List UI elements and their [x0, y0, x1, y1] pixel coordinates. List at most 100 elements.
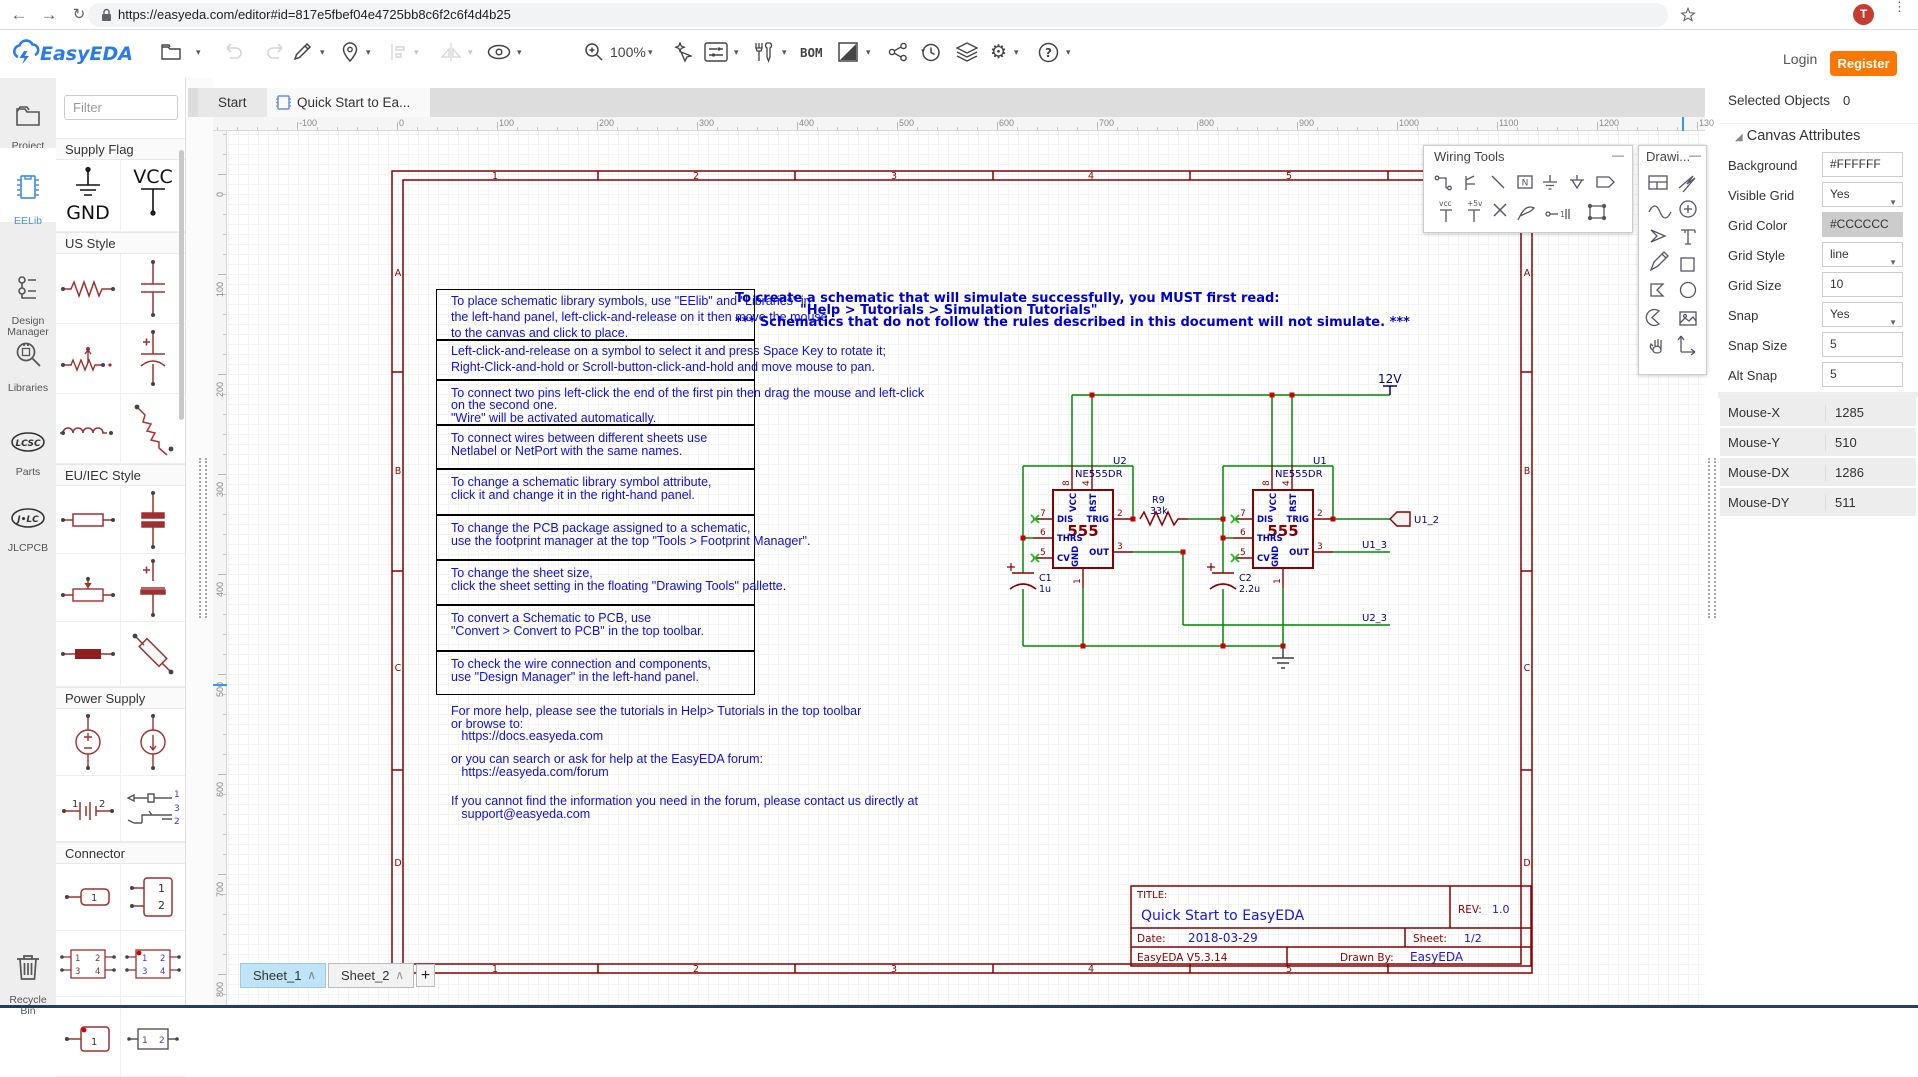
settings-gear-icon[interactable]: ⚙	[990, 40, 1007, 64]
attr-input-snap-size[interactable]: 5	[1822, 332, 1903, 357]
symbol-resistor-diagonal-eu[interactable]	[120, 622, 185, 687]
symbol-connector-1pin-b[interactable]: 1	[56, 997, 120, 1077]
svg-text:2018-03-29[interactable]: 2018-03-29	[1188, 931, 1258, 945]
share-icon[interactable]	[888, 40, 908, 64]
symbol-audio-jack[interactable]: 132	[120, 776, 185, 842]
symbol-inductor[interactable]	[56, 394, 120, 464]
file-menu-caret[interactable]: ▾	[196, 40, 201, 64]
zoom-in-icon[interactable]	[584, 40, 604, 64]
url-text[interactable]: https://easyeda.com/editor#id=817e5fbef0…	[118, 7, 511, 22]
resistor-r9[interactable]: R9 33k	[1140, 495, 1188, 525]
attr-input-grid-color[interactable]: #CCCCCC	[1822, 212, 1903, 237]
view-tool-icon[interactable]	[487, 40, 511, 64]
symbol-connector-1pin[interactable]: 1	[56, 864, 120, 931]
symbol-resistor-diagonal[interactable]	[120, 394, 185, 464]
drawing-tools-minimize[interactable]: —	[1689, 148, 1701, 162]
attributes-panel-caret[interactable]: ▾	[734, 40, 739, 64]
symbol-voltage-source[interactable]	[56, 709, 120, 776]
tab-quick-start[interactable]: Quick Start to Ea...	[267, 88, 430, 117]
attributes-panel-icon[interactable]	[704, 40, 728, 64]
avatar[interactable]: T	[1853, 4, 1874, 25]
symbol-capacitor-polarized-eu[interactable]	[120, 554, 185, 622]
sheet-tab-1[interactable]: Sheet_1∧	[240, 963, 326, 988]
symbol-vcc[interactable]: VCC	[120, 160, 185, 232]
symbol-current-source[interactable]	[120, 709, 185, 776]
place-tool-icon[interactable]	[342, 40, 358, 64]
netlabel-u1-3[interactable]: U1_3	[1362, 540, 1387, 551]
sidebar-item-design-manager[interactable]: Design Manager	[0, 263, 56, 338]
sheet-tab-2[interactable]: Sheet_2∧	[328, 963, 414, 988]
layers-icon[interactable]	[956, 40, 978, 64]
file-menu-button[interactable]	[160, 40, 182, 64]
zoom-caret[interactable]: ▾	[648, 40, 653, 64]
reload-icon[interactable]: ↻	[68, 4, 90, 26]
register-button[interactable]: Register	[1830, 51, 1897, 76]
attr-select-grid-style[interactable]: line▼	[1822, 242, 1903, 267]
theme-icon[interactable]	[838, 40, 858, 64]
settings-caret[interactable]: ▾	[1014, 40, 1019, 64]
place-tool-caret[interactable]: ▾	[366, 40, 371, 64]
chip-u1[interactable]: U1 NE555DR 555 8 4 7 6 5 2 3 1 VCC RST D…	[1231, 456, 1333, 588]
sidebar-item-libraries[interactable]: Libraries	[0, 330, 56, 394]
filter-input[interactable]: Filter	[64, 95, 178, 120]
symbol-connector-2pin-b[interactable]: 12	[120, 997, 185, 1077]
symbol-connector-2pin[interactable]: 12	[120, 864, 185, 931]
chip-u2[interactable]: U2 NE555DR 555 8 4 7 6 5 2 3 1 VCC RST D…	[1031, 456, 1133, 588]
drawing-tools-icons[interactable]	[1645, 172, 1703, 372]
forward-icon[interactable]: →	[38, 4, 60, 26]
netport-u1-2[interactable]: U1_2	[1390, 512, 1439, 526]
view-tool-caret[interactable]: ▾	[517, 40, 522, 64]
power-flag-12v[interactable]: 12V	[1378, 372, 1402, 395]
wiring-tools-icons[interactable]: N vcc +5v 1	[1432, 170, 1628, 228]
attr-input-background[interactable]: #FFFFFF	[1822, 152, 1903, 177]
bookmark-star-icon[interactable]	[1680, 7, 1696, 23]
attr-select-snap[interactable]: Yes▼	[1822, 302, 1903, 327]
gnd-symbol[interactable]	[1272, 646, 1294, 668]
sidebar-item-eelib[interactable]: EELib	[0, 148, 56, 222]
sidebar-item-parts[interactable]: LCSC Parts	[0, 420, 56, 478]
svg-text:1/2[interactable]: 1/2	[1464, 932, 1482, 945]
bom-button[interactable]: BOM	[800, 40, 823, 64]
symbol-resistor-filled[interactable]	[56, 622, 120, 687]
tools-icon[interactable]	[752, 40, 774, 64]
magic-wand-icon[interactable]	[670, 40, 692, 64]
tools-caret[interactable]: ▾	[782, 40, 787, 64]
back-icon[interactable]: ←	[8, 4, 30, 26]
symbol-capacitor-eu[interactable]	[120, 486, 185, 554]
symbol-gnd[interactable]: GND	[56, 160, 120, 232]
svg-text:EasyEDA[interactable]: EasyEDA	[1410, 950, 1464, 964]
edit-tool-caret[interactable]: ▾	[320, 40, 325, 64]
symbol-capacitor-polarized-us[interactable]	[120, 324, 185, 394]
left-splitter[interactable]	[186, 78, 213, 1008]
sidebar-item-jlcpcb[interactable]: J•LC JLCPCB	[0, 496, 56, 554]
attr-input-alt-snap[interactable]: 5	[1822, 362, 1903, 387]
title-value[interactable]: Quick Start to EasyEDA	[1141, 908, 1305, 924]
help-caret[interactable]: ▾	[1066, 40, 1071, 64]
tab-start[interactable]: Start	[198, 88, 268, 117]
theme-caret[interactable]: ▾	[866, 40, 871, 64]
help-icon[interactable]: ?	[1038, 40, 1059, 64]
symbol-capacitor-us[interactable]	[120, 254, 185, 324]
history-icon[interactable]	[920, 40, 941, 64]
sidebar-item-project[interactable]: Project	[0, 85, 56, 153]
symbol-header-4pin-b[interactable]: 1234	[120, 931, 185, 997]
symbol-battery[interactable]: 12	[56, 776, 120, 842]
attr-select-visible-grid[interactable]: Yes▼	[1822, 182, 1903, 207]
svg-text:1.0[interactable]: 1.0	[1492, 903, 1510, 916]
login-link[interactable]: Login	[1783, 51, 1817, 67]
add-sheet-button[interactable]: +	[416, 964, 435, 987]
easyeda-logo[interactable]: EasyEDA	[10, 38, 132, 66]
symbol-potentiometer-eu[interactable]	[56, 554, 120, 622]
symbol-resistor-us[interactable]	[56, 254, 120, 324]
browser-menu-icon[interactable]: ⋮	[1893, 3, 1905, 11]
zoom-level[interactable]: 100%	[610, 40, 646, 64]
symbol-resistor-eu[interactable]	[56, 486, 120, 554]
symbol-resistor-variable[interactable]	[56, 324, 120, 394]
eelib-scrollbar[interactable]	[179, 150, 184, 420]
wiring-tools-minimize[interactable]: —	[1612, 148, 1624, 162]
canvas-attributes-header[interactable]: ◢ Canvas Attributes	[1718, 123, 1918, 149]
capacitor-c1[interactable]: C1 1u	[1007, 563, 1052, 595]
attr-input-grid-size[interactable]: 10	[1822, 272, 1903, 297]
symbol-header-4pin[interactable]: 1234	[56, 931, 120, 997]
edit-tool-icon[interactable]	[292, 40, 312, 64]
